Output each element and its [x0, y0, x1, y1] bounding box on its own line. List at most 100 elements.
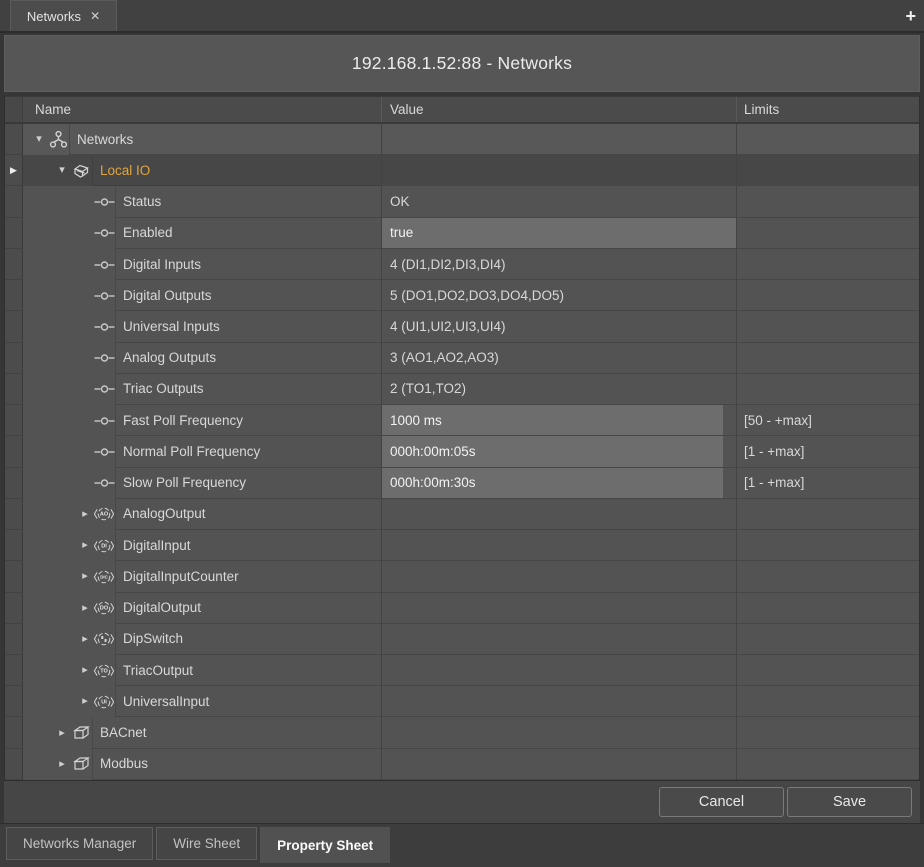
- value-text: OK: [382, 186, 736, 216]
- row-gutter[interactable]: [5, 655, 23, 686]
- row-gutter[interactable]: [5, 593, 23, 624]
- row-gutter[interactable]: [5, 499, 23, 530]
- row-label: Normal Poll Frequency: [115, 436, 381, 467]
- tree-row[interactable]: ▾ Networks: [5, 124, 919, 155]
- tree-row[interactable]: ▸ TOTriacOutput: [5, 655, 919, 686]
- value-cell: [381, 655, 736, 686]
- tree-indent: ▾: [23, 155, 92, 186]
- expander-icon[interactable]: ▸: [77, 499, 93, 530]
- tab-wire-sheet[interactable]: Wire Sheet: [156, 827, 257, 860]
- tree-row[interactable]: ▸ AOAnalogOutput: [5, 499, 919, 530]
- limits-cell: [1 - +max]: [736, 468, 919, 499]
- row-gutter[interactable]: [5, 717, 23, 748]
- value-input[interactable]: true: [382, 218, 736, 248]
- row-label: Local IO: [92, 155, 381, 186]
- close-icon[interactable]: ✕: [90, 9, 100, 23]
- row-gutter[interactable]: [5, 280, 23, 311]
- value-cell: [381, 561, 736, 592]
- expander-icon[interactable]: ▸: [77, 686, 93, 717]
- limits-cell: [736, 530, 919, 561]
- tab-networks-manager[interactable]: Networks Manager: [6, 827, 153, 860]
- limits-cell: [736, 186, 919, 217]
- tree-indent: [23, 311, 115, 342]
- value-text: [382, 686, 736, 716]
- value-cell: [381, 499, 736, 530]
- expander-icon[interactable]: ▸: [77, 530, 93, 561]
- tree-row[interactable]: ▸ DIDigitalInput: [5, 530, 919, 561]
- tree-row[interactable]: Triac Outputs2 (TO1,TO2): [5, 374, 919, 405]
- expander-icon[interactable]: ▸: [77, 593, 93, 624]
- expander-icon[interactable]: ▸: [77, 655, 93, 686]
- action-button-band: Cancel Save: [4, 780, 920, 823]
- cancel-button[interactable]: Cancel: [659, 787, 784, 817]
- expander-icon[interactable]: ▸: [77, 624, 93, 655]
- limits-cell: [736, 155, 919, 186]
- value-input[interactable]: 000h:00m:05s: [382, 436, 723, 466]
- row-label: Fast Poll Frequency: [115, 405, 381, 436]
- tree-row[interactable]: Slow Poll Frequency000h:00m:30s[1 - +max…: [5, 468, 919, 499]
- view-tab-bar: Networks Manager Wire Sheet Property She…: [0, 823, 924, 867]
- row-label: Networks: [69, 124, 381, 155]
- tree-row[interactable]: Fast Poll Frequency1000 ms[50 - +max]: [5, 405, 919, 436]
- row-gutter[interactable]: [5, 218, 23, 249]
- row-gutter[interactable]: [5, 343, 23, 374]
- row-selection-marker[interactable]: ▶: [5, 155, 23, 186]
- tab-networks[interactable]: Networks ✕: [10, 0, 117, 31]
- column-header-value[interactable]: Value: [381, 97, 736, 122]
- limits-cell: [736, 655, 919, 686]
- row-gutter[interactable]: [5, 374, 23, 405]
- tab-property-sheet[interactable]: Property Sheet: [260, 827, 390, 863]
- limits-cell: [736, 280, 919, 311]
- row-gutter[interactable]: [5, 186, 23, 217]
- value-input[interactable]: 000h:00m:30s: [382, 468, 723, 498]
- row-gutter[interactable]: [5, 561, 23, 592]
- column-header-name[interactable]: Name: [23, 97, 381, 122]
- row-gutter[interactable]: [5, 686, 23, 717]
- tree-row[interactable]: Digital Outputs5 (DO1,DO2,DO3,DO4,DO5): [5, 280, 919, 311]
- tree-row[interactable]: ▸ BACnet: [5, 717, 919, 748]
- row-gutter[interactable]: [5, 124, 23, 155]
- row-gutter[interactable]: [5, 749, 23, 780]
- row-label: TriacOutput: [115, 655, 381, 686]
- add-tab-icon[interactable]: +: [905, 7, 916, 25]
- tree-row[interactable]: ▸ DODigitalOutput: [5, 593, 919, 624]
- tree-indent: [23, 280, 115, 311]
- tree-row[interactable]: StatusOK: [5, 186, 919, 217]
- expander-icon[interactable]: ▸: [54, 749, 70, 780]
- name-cell: ▾ Networks: [23, 124, 381, 155]
- expander-icon[interactable]: ▾: [31, 124, 47, 155]
- tree-row[interactable]: Universal Inputs4 (UI1,UI2,UI3,UI4): [5, 311, 919, 342]
- tree-row[interactable]: ▸ Modbus: [5, 749, 919, 780]
- value-input[interactable]: 1000 ms: [382, 405, 723, 435]
- tree-row[interactable]: ▶▾ Local IO: [5, 155, 919, 186]
- row-gutter[interactable]: [5, 624, 23, 655]
- row-label: BACnet: [92, 717, 381, 748]
- row-gutter[interactable]: [5, 530, 23, 561]
- value-text: [382, 749, 736, 779]
- save-button[interactable]: Save: [787, 787, 912, 817]
- tree-indent: ▸: [23, 624, 115, 655]
- row-gutter[interactable]: [5, 249, 23, 280]
- expander-icon[interactable]: ▸: [77, 561, 93, 592]
- tree-row[interactable]: Normal Poll Frequency000h:00m:05s[1 - +m…: [5, 436, 919, 467]
- value-cell: 4 (UI1,UI2,UI3,UI4): [381, 311, 736, 342]
- expander-icon[interactable]: ▾: [54, 155, 70, 186]
- row-gutter[interactable]: [5, 468, 23, 499]
- name-cell: ▾ Local IO: [23, 155, 381, 186]
- tree-row[interactable]: ▸ DICDigitalInputCounter: [5, 561, 919, 592]
- row-label: Status: [115, 186, 381, 217]
- tree-row[interactable]: Enabledtrue: [5, 218, 919, 249]
- tree-row[interactable]: ▸ DipSwitch: [5, 624, 919, 655]
- column-header-limits[interactable]: Limits: [736, 97, 919, 122]
- tree-row[interactable]: Digital Inputs4 (DI1,DI2,DI3,DI4): [5, 249, 919, 280]
- limits-cell: [736, 686, 919, 717]
- tree-row[interactable]: Analog Outputs3 (AO1,AO2,AO3): [5, 343, 919, 374]
- tree-indent: ▸ TO: [23, 655, 115, 686]
- tree-row[interactable]: ▸ UIUniversalInput: [5, 686, 919, 717]
- row-gutter[interactable]: [5, 436, 23, 467]
- row-gutter[interactable]: [5, 311, 23, 342]
- expander-icon[interactable]: ▸: [54, 718, 70, 749]
- value-cell: [381, 624, 736, 655]
- row-gutter[interactable]: [5, 405, 23, 436]
- tree-indent: ▸ DI: [23, 530, 115, 561]
